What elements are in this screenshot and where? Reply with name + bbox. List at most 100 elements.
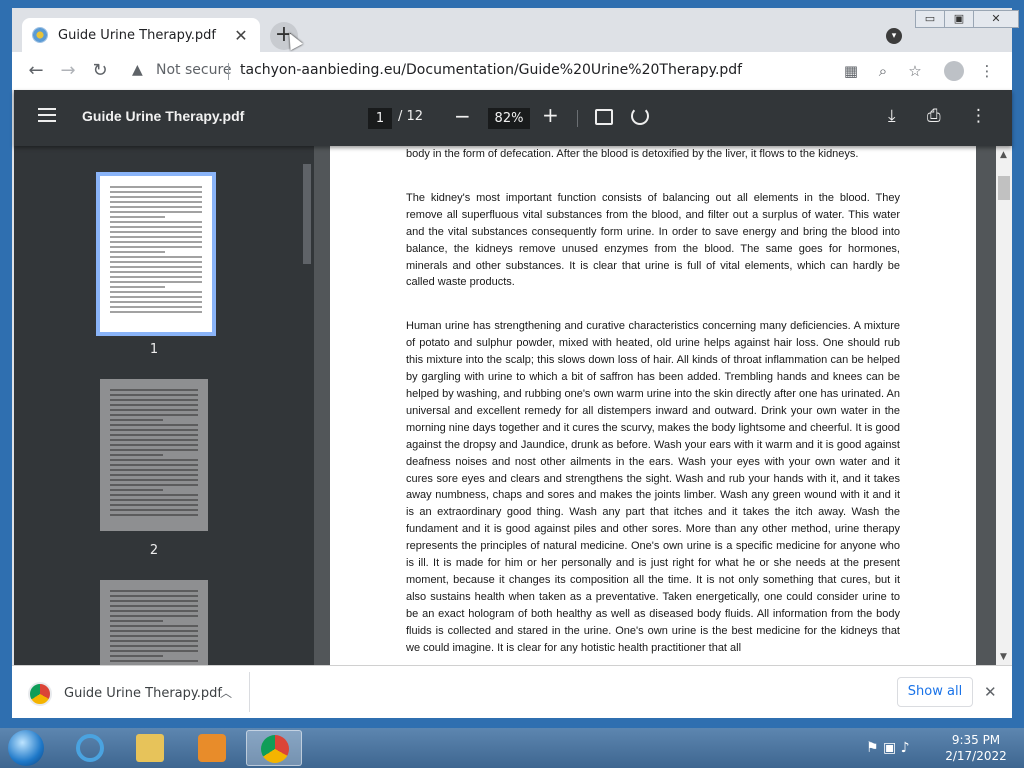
clock-time: 9:35 PM xyxy=(951,733,1001,747)
close-window-button[interactable]: ✕ xyxy=(973,10,1019,28)
thumbnail-page-1[interactable] xyxy=(96,172,216,336)
thumbnail-text-line xyxy=(110,434,198,436)
chrome-menu-icon[interactable]: ⋮ xyxy=(976,60,998,82)
thumbnail-text-line xyxy=(110,296,202,298)
address-bar[interactable]: ▲ Not secure tachyon-aanbieding.eu/Docum… xyxy=(124,58,832,84)
thumbnail-text-line xyxy=(110,650,198,652)
pdf-toolbar: Guide Urine Therapy.pdf 1 / 12 − 82% + ⤓… xyxy=(14,90,1012,146)
more-actions-icon[interactable]: ⋮ xyxy=(970,106,987,126)
thumbnail-text-line xyxy=(110,640,198,642)
thumbnail-text-line xyxy=(110,635,198,637)
tab-close-icon[interactable]: ✕ xyxy=(232,26,250,45)
close-shelf-icon[interactable]: ✕ xyxy=(984,683,997,701)
window-controls: ▭ ▣ ✕ xyxy=(915,10,1019,30)
thumbnail-text-line xyxy=(110,409,198,411)
zoom-in-icon[interactable]: + xyxy=(542,103,559,127)
thumbnail-text-line xyxy=(110,246,202,248)
system-tray-icons[interactable]: ⚑ ▣ ♪ xyxy=(866,740,910,756)
thumbnail-text-line xyxy=(110,251,166,253)
thumbnail-sidebar: 1 2 xyxy=(14,146,314,665)
show-all-button[interactable]: Show all xyxy=(897,677,973,707)
address-separator xyxy=(228,63,229,80)
print-icon[interactable]: ⎙ xyxy=(927,106,941,126)
chevron-up-icon[interactable]: ︿ xyxy=(220,684,232,701)
profile-avatar-icon[interactable] xyxy=(944,61,964,81)
clock-date: 2/17/2022 xyxy=(945,749,1007,763)
pdf-title: Guide Urine Therapy.pdf xyxy=(82,108,245,124)
thumbnail-text-line xyxy=(110,660,198,662)
thumbnail-page-3[interactable] xyxy=(100,580,208,665)
thumbnail-text-line xyxy=(110,645,198,647)
scroll-up-icon[interactable]: ▲ xyxy=(1000,150,1007,160)
thumbnail-text-line xyxy=(110,625,198,627)
paragraph: The kidney's most important function con… xyxy=(406,191,900,289)
thumbnail-text-line xyxy=(110,590,198,592)
page-number-input[interactable]: 1 xyxy=(368,108,392,129)
taskbar-media[interactable] xyxy=(184,730,240,766)
thumbnail-text-line xyxy=(110,276,202,278)
maximize-button[interactable]: ▣ xyxy=(944,10,974,28)
thumbnail-sheet xyxy=(100,580,208,665)
fit-to-page-icon[interactable] xyxy=(595,109,613,125)
security-label[interactable]: Not secure xyxy=(156,62,232,78)
start-button[interactable] xyxy=(8,730,44,766)
minimize-button[interactable]: ▭ xyxy=(915,10,945,28)
tab-guide-pdf[interactable]: Guide Urine Therapy.pdf ✕ xyxy=(22,18,260,52)
taskbar: ⚑ ▣ ♪ 9:35 PM 2/17/2022 xyxy=(0,728,1024,768)
url-text[interactable]: tachyon-aanbieding.eu/Documentation/Guid… xyxy=(240,62,742,78)
thumbnail-text-line xyxy=(110,499,198,501)
thumbnail-text-line xyxy=(110,196,202,198)
pdf-viewer: Guide Urine Therapy.pdf 1 / 12 − 82% + ⤓… xyxy=(14,90,1012,665)
thumbnail-text-line xyxy=(110,231,202,233)
clock[interactable]: 9:35 PM 2/17/2022 xyxy=(944,732,1008,764)
qr-code-icon[interactable]: ▦ xyxy=(840,60,862,82)
rotate-icon[interactable] xyxy=(631,107,649,125)
thumbnail-text-line xyxy=(110,454,163,456)
thumbnail-text-line xyxy=(110,484,198,486)
tab-title: Guide Urine Therapy.pdf xyxy=(58,27,216,43)
thumbnail-text-line xyxy=(110,469,198,471)
paragraph: body in the form of defecation. After th… xyxy=(406,148,859,160)
zoom-icon[interactable]: ⌕ xyxy=(872,60,894,82)
thumbnail-text-line xyxy=(110,221,202,223)
thumbnail-text-line xyxy=(110,211,202,213)
thumbnail-text-line xyxy=(110,509,198,511)
download-filename[interactable]: Guide Urine Therapy.pdf xyxy=(64,686,222,701)
sidebar-menu-icon[interactable] xyxy=(38,108,56,122)
thumbnail-text-line xyxy=(110,216,166,218)
media-player-icon xyxy=(198,734,226,762)
zoom-level-input[interactable]: 82% xyxy=(488,108,530,129)
taskbar-explorer[interactable] xyxy=(122,730,178,766)
zoom-out-icon[interactable]: − xyxy=(454,104,471,128)
page-scrollbar[interactable] xyxy=(996,146,1012,665)
thumbnail-text-line xyxy=(110,241,202,243)
scroll-down-icon[interactable]: ▼ xyxy=(1000,652,1007,662)
thumbnail-text-line xyxy=(110,464,198,466)
thumbnail-page-2[interactable] xyxy=(100,379,208,531)
sidebar-scroll-thumb[interactable] xyxy=(303,164,311,264)
bookmark-star-icon[interactable]: ☆ xyxy=(904,60,926,82)
thumbnail-text-line xyxy=(110,266,202,268)
thumbnail-text-line xyxy=(110,191,202,193)
thumbnail-text-line xyxy=(110,615,198,617)
forward-icon[interactable]: → xyxy=(56,60,80,82)
tab-search-icon[interactable]: ▾ xyxy=(886,28,902,44)
folder-icon xyxy=(136,734,164,762)
taskbar-ie[interactable] xyxy=(62,730,118,766)
thumbnail-text-line xyxy=(110,494,198,496)
thumbnail-text-line xyxy=(110,256,202,258)
reload-icon[interactable]: ↻ xyxy=(88,60,112,82)
back-icon[interactable]: ← xyxy=(24,60,48,82)
download-shelf: Guide Urine Therapy.pdf ︿ Show all ✕ xyxy=(12,665,1012,718)
thumbnail-text-line xyxy=(110,424,198,426)
taskbar-chrome[interactable] xyxy=(246,730,302,766)
page-scroll-thumb[interactable] xyxy=(998,176,1010,200)
thumbnail-text-line xyxy=(110,306,202,308)
warning-icon[interactable]: ▲ xyxy=(132,62,143,78)
thumbnail-text-line xyxy=(110,399,198,401)
download-icon[interactable]: ⤓ xyxy=(888,106,896,126)
thumbnail-text-line xyxy=(110,394,198,396)
thumbnail-text-line xyxy=(110,414,198,416)
thumbnail-text-line xyxy=(110,261,202,263)
thumbnail-text-line xyxy=(110,489,163,491)
